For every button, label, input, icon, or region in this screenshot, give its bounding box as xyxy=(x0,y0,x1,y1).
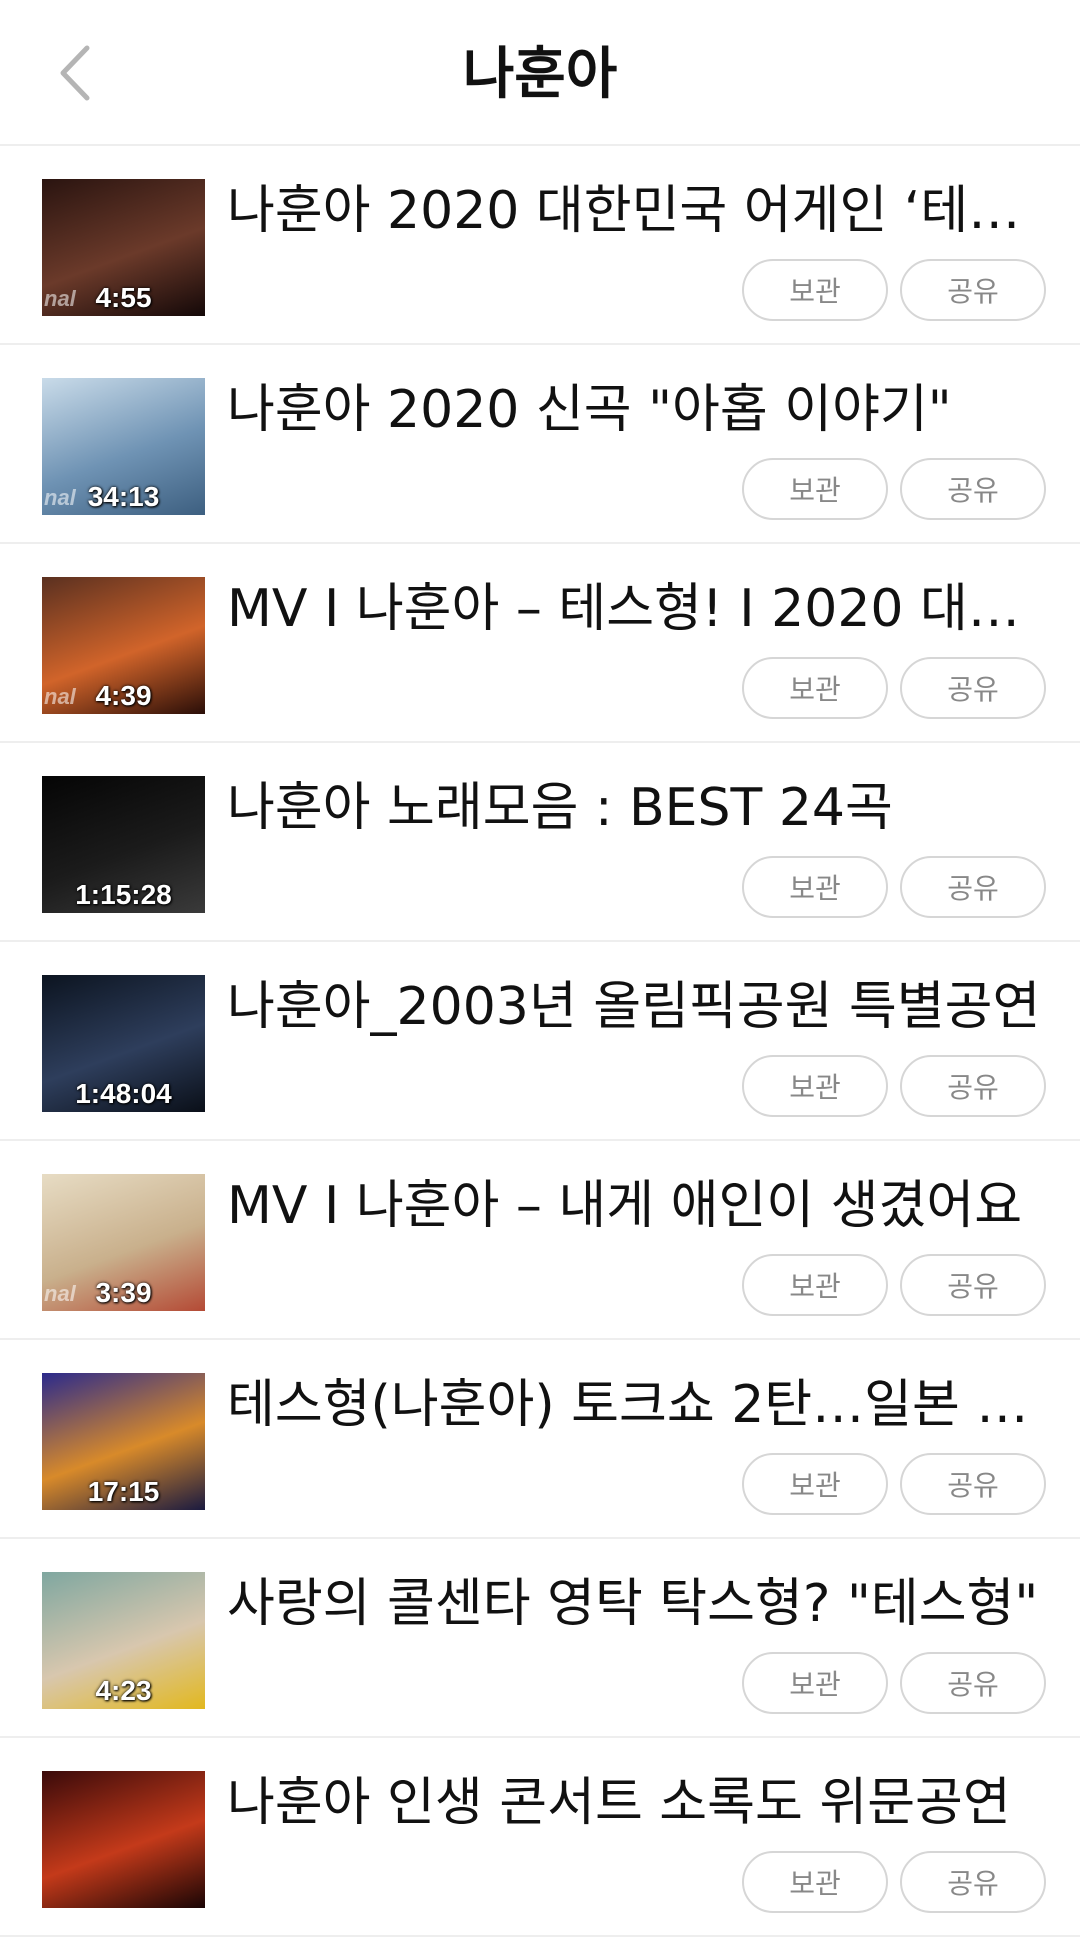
video-list-item[interactable]: 1:48:04 나훈아_2003년 올림픽공원 특별공연보관 공유 xyxy=(0,942,1080,1141)
save-button[interactable]: 보관 xyxy=(742,856,888,918)
save-button[interactable]: 보관 xyxy=(742,1055,888,1117)
video-title[interactable]: 나훈아_2003년 올림픽공원 특별공연 xyxy=(227,972,1050,1042)
page-title: 나훈아 xyxy=(462,42,618,107)
video-title[interactable]: MV I 나훈아 – 내게 애인이 생겼어요 xyxy=(227,1171,1050,1241)
video-thumbnail[interactable]: 4:23 xyxy=(42,1572,205,1709)
video-list-item[interactable]: 17:15 테스형(나훈아) 토크쇼 2탄…일본 주먹질 동도는보관공유 xyxy=(0,1340,1080,1539)
share-button[interactable]: 공유 xyxy=(900,1851,1046,1913)
video-list-item[interactable]: nal 34:13 나훈아 2020 신곡 "아홉 이야기" 보관 공유 xyxy=(0,345,1080,544)
video-thumbnail[interactable]: nal 34:13 xyxy=(42,378,205,515)
save-button[interactable]: 보관 xyxy=(742,458,888,520)
video-actions: 보관 공유 xyxy=(742,1851,1046,1913)
video-actions: 보관 공유 xyxy=(742,1652,1046,1714)
video-actions: 보관 공유 xyxy=(742,458,1046,520)
save-button[interactable]: 보관 xyxy=(742,657,888,719)
share-button[interactable]: 공유 xyxy=(900,1453,1046,1515)
chevron-left-icon xyxy=(55,42,95,108)
back-button[interactable] xyxy=(40,40,110,110)
save-button[interactable]: 보관 xyxy=(742,1254,888,1316)
video-thumbnail[interactable]: nal 3:39 xyxy=(42,1174,205,1311)
video-list: nal 4:55 나훈아 2020 대한민국 어게인 ‘테스형!’ 보관 공유 nal 34… xyxy=(0,146,1080,1937)
video-title[interactable]: 나훈아 노래모음 : BEST 24곡 xyxy=(227,773,1050,843)
share-button[interactable]: 공유 xyxy=(900,1652,1046,1714)
share-button[interactable]: 공유 xyxy=(900,1254,1046,1316)
video-title[interactable]: MV I 나훈아 – 테스형! I 2020 대한민국 어게인 xyxy=(227,574,1050,644)
video-thumbnail[interactable] xyxy=(42,1771,205,1908)
video-list-item[interactable]: 나훈아 인생 콘서트 소록도 위문공연보관 공유 xyxy=(0,1738,1080,1937)
video-duration: 1:15:28 xyxy=(75,879,172,910)
video-actions: 보관 공유 xyxy=(742,856,1046,918)
video-duration: 4:39 xyxy=(95,680,152,711)
video-duration: 3:39 xyxy=(95,1277,152,1308)
video-thumbnail[interactable]: 17:15 xyxy=(42,1373,205,1510)
video-duration: 34:13 xyxy=(87,481,160,512)
video-actions: 보관 공유 xyxy=(742,1453,1046,1515)
video-duration: 1:48:04 xyxy=(75,1078,172,1109)
video-title[interactable]: 나훈아 2020 대한민국 어게인 ‘테스형!’ xyxy=(227,176,1050,246)
video-duration: 17:15 xyxy=(87,1476,160,1507)
video-list-item[interactable]: nal 4:55 나훈아 2020 대한민국 어게인 ‘테스형!’ 보관 공유 xyxy=(0,146,1080,345)
video-actions: 보관 공유 xyxy=(742,1254,1046,1316)
save-button[interactable]: 보관 xyxy=(742,1851,888,1913)
save-button[interactable]: 보관 xyxy=(742,259,888,321)
video-list-item[interactable]: nal 3:39 MV I 나훈아 – 내게 애인이 생겼어요보관 공유 xyxy=(0,1141,1080,1340)
video-actions: 보관 공유 xyxy=(742,259,1046,321)
video-title[interactable]: 테스형(나훈아) 토크쇼 2탄…일본 주먹질 동도는 xyxy=(227,1370,1050,1440)
share-button[interactable]: 공유 xyxy=(900,856,1046,918)
video-list-item[interactable]: 1:15:28 나훈아 노래모음 : BEST 24곡보관 공유 xyxy=(0,743,1080,942)
video-thumbnail[interactable]: 1:48:04 xyxy=(42,975,205,1112)
video-duration: 4:55 xyxy=(95,282,152,313)
video-thumbnail[interactable]: 1:15:28 xyxy=(42,776,205,913)
video-actions: 보관 공유 xyxy=(742,657,1046,719)
video-list-item[interactable]: 4:23 사랑의 콜센타 영탁 탁스형? "테스형" 보관 공유 xyxy=(0,1539,1080,1738)
video-thumbnail[interactable]: nal 4:39 xyxy=(42,577,205,714)
save-button[interactable]: 보관 xyxy=(742,1652,888,1714)
share-button[interactable]: 공유 xyxy=(900,458,1046,520)
video-title[interactable]: 나훈아 인생 콘서트 소록도 위문공연 xyxy=(227,1768,1050,1838)
video-list-item[interactable]: nal4:39 MV I 나훈아 – 테스형! I 2020 대한민국 어게인보관… xyxy=(0,544,1080,743)
video-thumbnail[interactable]: nal 4:55 xyxy=(42,179,205,316)
video-title[interactable]: 나훈아 2020 신곡 "아홉 이야기" xyxy=(227,375,1050,445)
save-button[interactable]: 보관 xyxy=(742,1453,888,1515)
share-button[interactable]: 공유 xyxy=(900,657,1046,719)
video-actions: 보관 공유 xyxy=(742,1055,1046,1117)
app-header: 나훈아 xyxy=(0,0,1080,146)
video-title[interactable]: 사랑의 콜센타 영탁 탁스형? "테스형" xyxy=(227,1569,1050,1639)
video-duration: 4:23 xyxy=(95,1675,152,1706)
share-button[interactable]: 공유 xyxy=(900,1055,1046,1117)
share-button[interactable]: 공유 xyxy=(900,259,1046,321)
